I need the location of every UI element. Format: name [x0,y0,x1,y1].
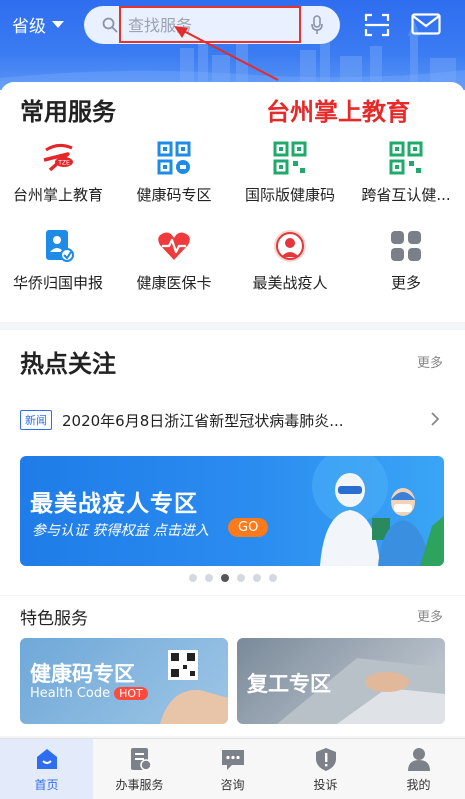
service-label: 健康码专区 [136,186,212,204]
service-health-code[interactable]: 健康码专区 [116,140,232,205]
tile-health-code[interactable]: 健康码专区 Health Code HOT [20,638,228,724]
search-icon [102,17,118,33]
hot-topics-more-link[interactable]: 更多 [417,352,443,371]
grid-more-icon [391,231,421,261]
carousel-dot[interactable] [188,574,197,582]
carousel-dot[interactable] [268,574,277,582]
caret-down-icon [52,21,64,28]
service-health-insurance-card[interactable]: 健康医保卡 [116,228,232,293]
nav-label: 办事服务 [115,778,164,792]
service-taizhou-education[interactable]: TZE 台州掌上教育 [0,140,116,205]
bottom-navigation: 首页 办事服务 咨询 投诉 我的 [0,738,465,799]
service-epidemic-heroes[interactable]: 最美战疫人 [232,228,348,293]
tile-subtitle-text: Health Code [30,686,111,701]
service-label: 国际版健康码 [244,186,335,204]
health-code-qr-icon [157,141,191,175]
news-tag: 新闻 [20,410,52,430]
nav-label: 咨询 [220,778,245,792]
tze-logo-icon: TZE [43,143,73,172]
tile-title: 复工专区 [247,672,331,696]
shield-alert-icon [315,748,336,771]
nav-label: 投诉 [313,778,338,792]
nav-item-home[interactable]: 首页 [0,739,93,799]
carousel-dot[interactable] [204,574,213,582]
banner-go-button[interactable]: GO [228,518,269,537]
featured-title: 特色服务 [20,609,88,629]
hot-topics-section: 热点关注 更多 新闻 2020年6月8日浙江省新型冠状病毒肺炎... 最美战疫人… [0,330,465,595]
region-label: 省级 [12,17,46,37]
svg-text:TZE: TZE [57,160,70,167]
hot-topics-title: 热点关注 [20,350,116,378]
user-icon [407,748,430,771]
service-cross-province-recognition[interactable]: 跨省互认健... [348,140,464,205]
service-more[interactable]: 更多 [348,228,464,293]
nav-label: 首页 [34,778,59,792]
region-selector[interactable]: 省级 [12,12,64,37]
qr-code-icon [389,141,423,175]
service-label: 华侨归国申报 [12,274,103,292]
tile-subtitle: Health Code HOT [30,686,148,701]
carousel-dots [0,574,465,582]
annotation-arrow [174,26,279,81]
service-international-health-code[interactable]: 国际版健康码 [232,140,348,205]
nav-item-profile[interactable]: 我的 [372,739,465,799]
service-label: 更多 [390,274,421,292]
mail-icon[interactable] [411,13,441,35]
document-icon [130,748,152,771]
banner-subtitle: 参与认证 获得权益 点击进入 [32,523,209,539]
home-icon [36,749,57,769]
nav-label: 我的 [406,778,431,792]
medic-avatar-icon [274,230,306,262]
news-item[interactable]: 新闻 2020年6月8日浙江省新型冠状病毒肺炎... [20,408,444,432]
epidemic-heroes-banner[interactable]: 最美战疫人专区 参与认证 获得权益 点击进入 GO [20,456,444,566]
carousel-dot[interactable] [220,574,229,582]
qr-code-icon [273,141,307,175]
tile-title: 健康码专区 [30,662,135,686]
microphone-icon[interactable] [310,15,324,35]
carousel-dot[interactable] [236,574,245,582]
heart-pulse-icon [158,232,190,260]
service-label: 台州掌上教育 [12,186,103,204]
nav-item-complaint[interactable]: 投诉 [279,739,372,799]
scan-icon[interactable] [364,13,390,37]
hot-badge: HOT [114,687,148,700]
featured-services-section: 特色服务 更多 健康码专区 Health Code HOT 复工专区 [0,596,465,736]
service-label: 最美战疫人 [252,274,328,292]
banner-title: 最美战疫人专区 [30,491,198,517]
tile-return-to-work[interactable]: 复工专区 [237,638,445,724]
service-label: 跨省互认健... [361,186,451,204]
chevron-right-icon [431,412,440,426]
nav-item-consult[interactable]: 咨询 [186,739,279,799]
featured-more-link[interactable]: 更多 [417,606,443,625]
service-overseas-return-declaration[interactable]: 华侨归国申报 [0,228,116,293]
chat-icon [221,750,244,770]
nav-item-services[interactable]: 办事服务 [93,739,186,799]
news-headline: 2020年6月8日浙江省新型冠状病毒肺炎... [62,411,344,430]
common-services-title: 常用服务 [20,98,116,126]
annotation-label: 台州掌上教育 [266,98,410,126]
service-label: 健康医保卡 [136,274,212,292]
declaration-form-icon [46,230,74,262]
carousel-dot[interactable] [252,574,261,582]
